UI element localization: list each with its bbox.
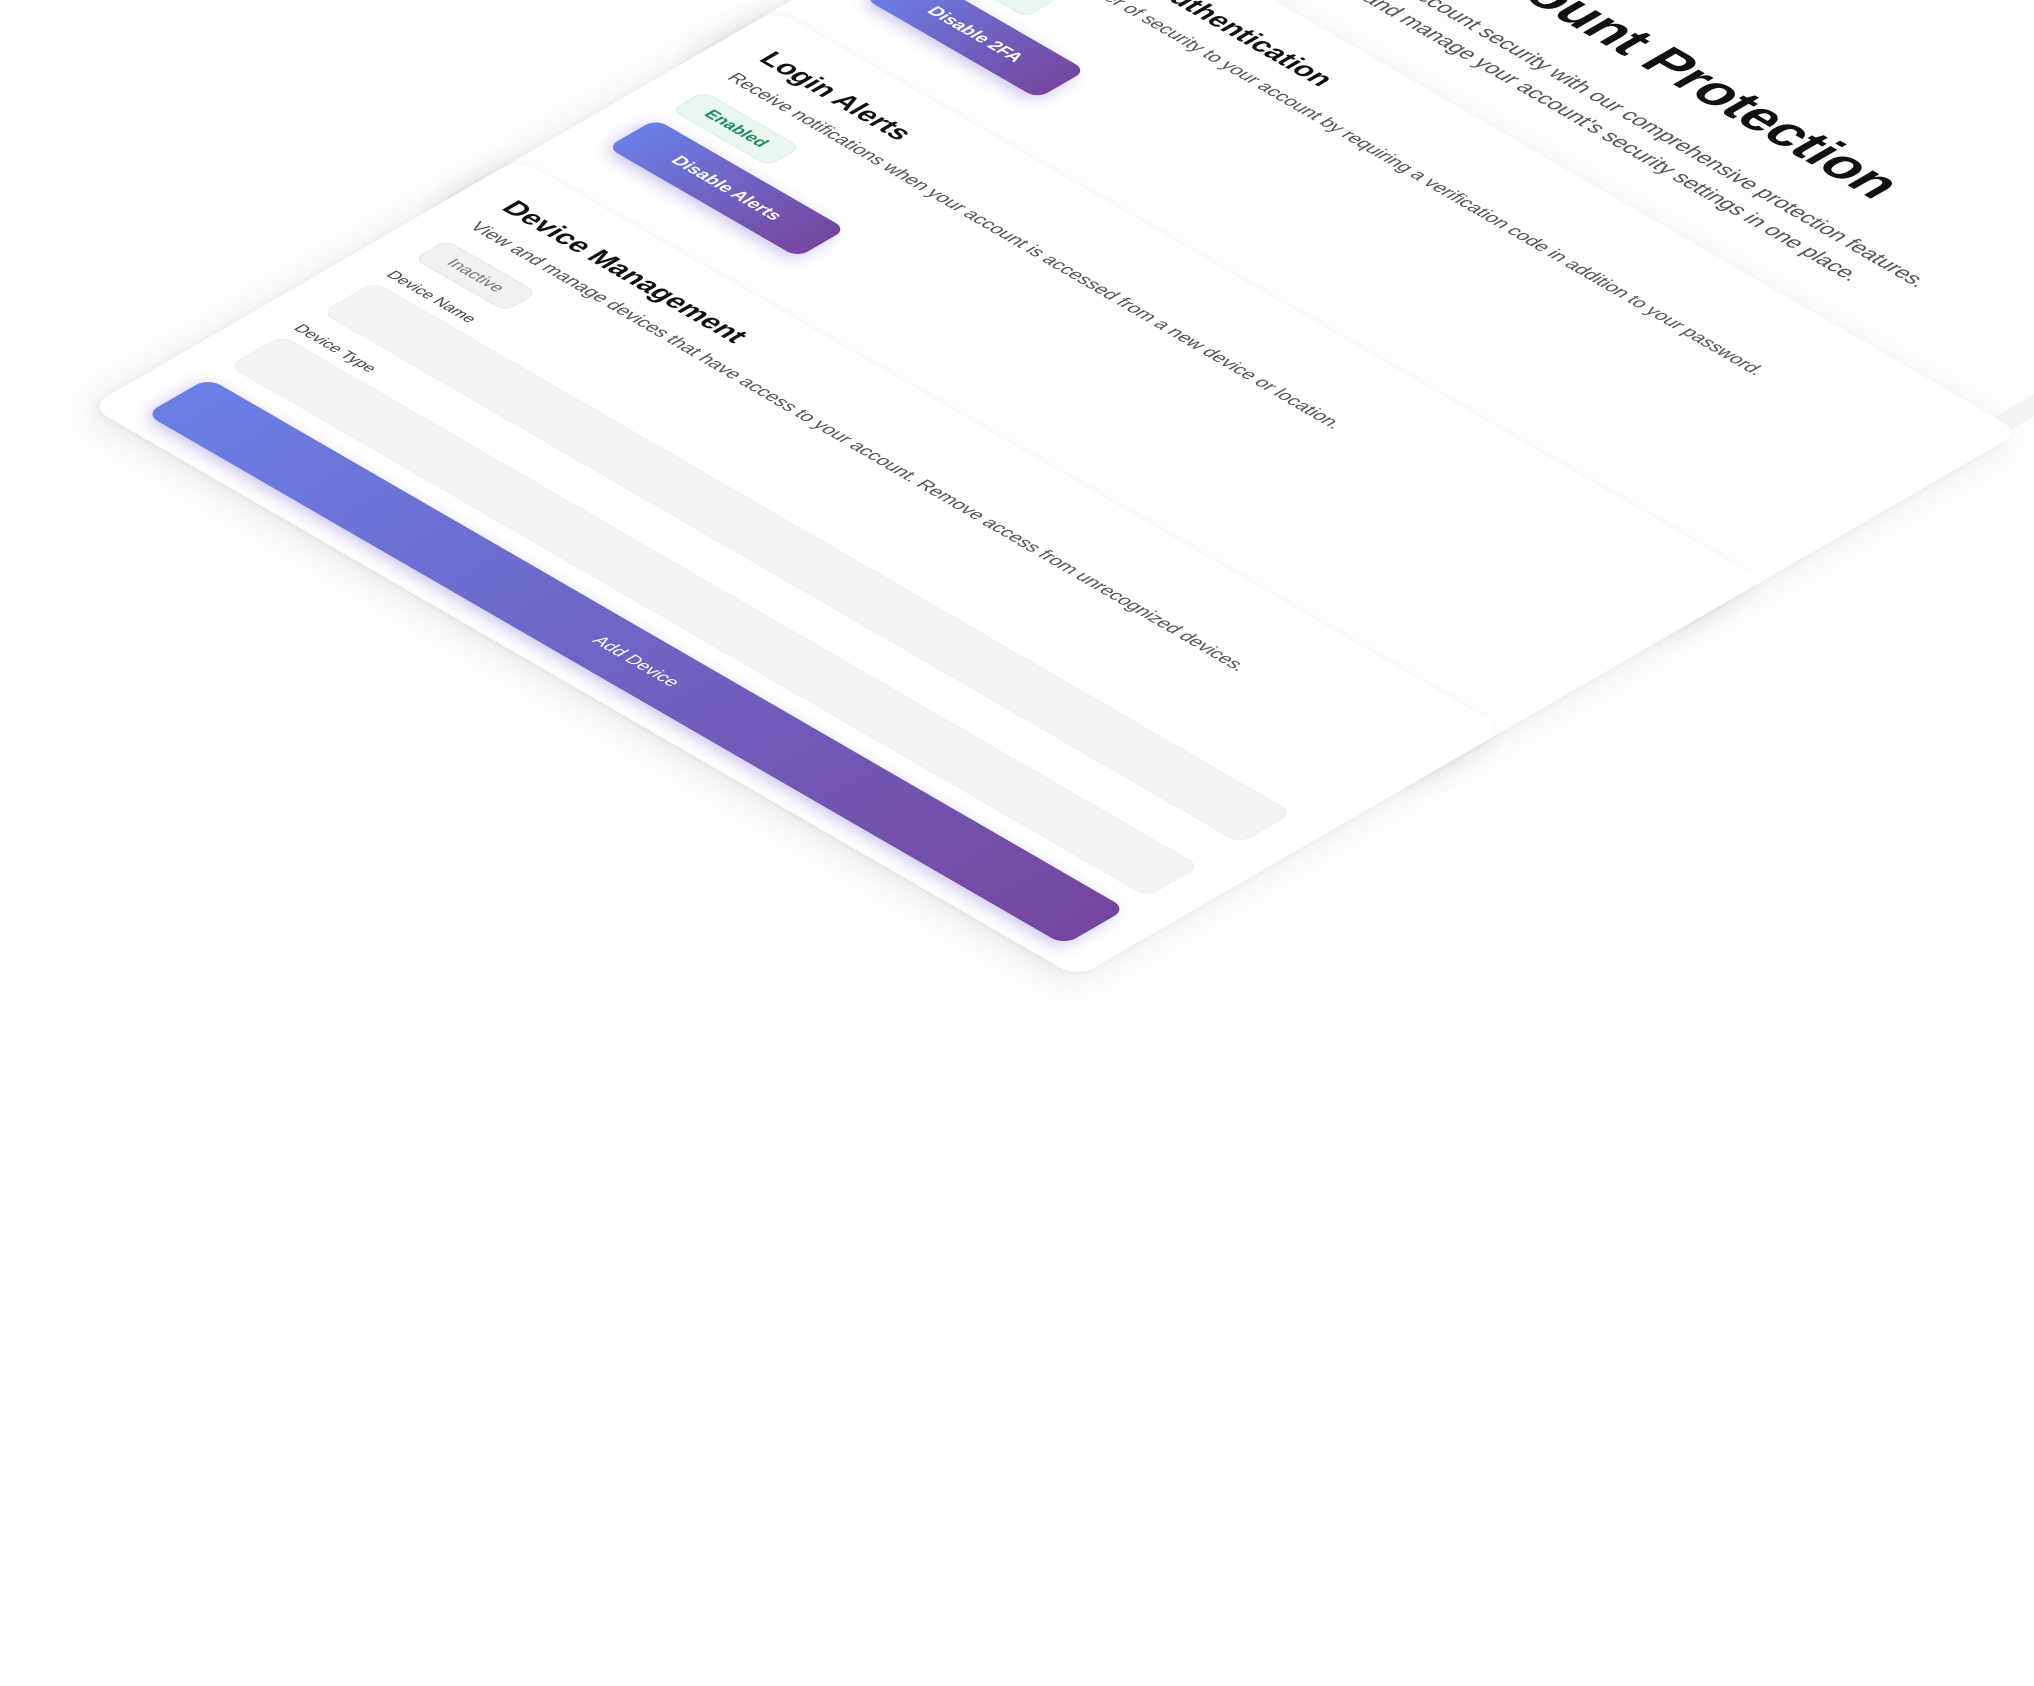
isometric-page: Account Protection Enhance your account …: [0, 0, 2034, 1087]
stage: Account Protection Enhance your account …: [0, 0, 2034, 1686]
